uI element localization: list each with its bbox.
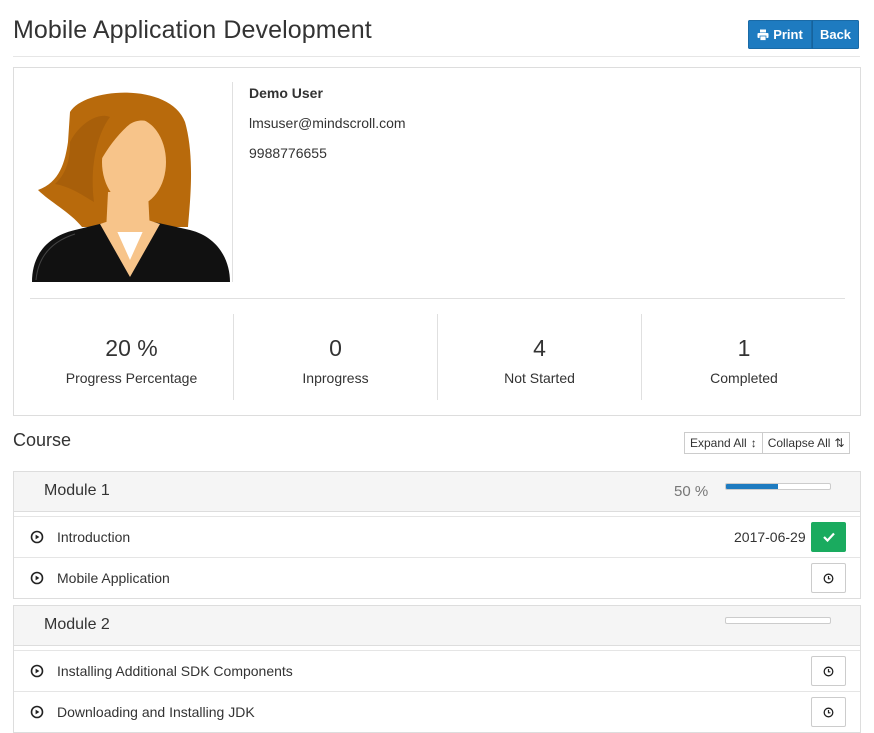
page-title: Mobile Application Development	[13, 16, 372, 44]
pending-status-button[interactable]	[811, 656, 846, 686]
module-header[interactable]: Module 1 50 %	[14, 472, 860, 512]
module-title: Module 1	[44, 482, 110, 499]
user-phone: 9988776655	[249, 145, 327, 161]
print-icon	[757, 29, 769, 41]
sort-arrows-icon: ⇅	[834, 436, 845, 450]
module-panel: Module 1 50 % Introduction 2017-06-29 Mo…	[13, 471, 861, 599]
stat-value: 0	[329, 335, 342, 361]
stat-value: 1	[737, 335, 751, 361]
check-icon	[822, 532, 835, 542]
lesson-row[interactable]: Mobile Application	[14, 557, 860, 598]
lesson-row[interactable]: Downloading and Installing JDK	[14, 691, 860, 732]
expand-collapse-controls: Expand All ↕ Collapse All ⇅	[684, 432, 851, 454]
user-name: Demo User	[249, 85, 323, 101]
stat-value: 20 %	[105, 335, 158, 361]
pending-status-button[interactable]	[811, 563, 846, 593]
collapse-all-label: Collapse All	[767, 436, 831, 450]
expand-all-label: Expand All	[690, 436, 747, 450]
print-button[interactable]: Print	[748, 20, 812, 49]
module-header[interactable]: Module 2	[14, 606, 860, 646]
clock-icon	[823, 707, 834, 717]
lesson-row[interactable]: Installing Additional SDK Components	[14, 650, 860, 691]
collapse-all-button[interactable]: Collapse All ⇅	[762, 432, 851, 454]
stats-row: 20 % Progress Percentage 0 Inprogress 4 …	[30, 314, 846, 400]
user-email: lmsuser@mindscroll.com	[249, 115, 406, 131]
profile-stats-divider	[30, 298, 845, 299]
module-progress-bar	[725, 617, 831, 624]
play-circle-icon	[30, 530, 44, 544]
module-progress-fill	[726, 484, 778, 489]
stat-value: 4	[533, 335, 546, 361]
expand-all-button[interactable]: Expand All ↕	[684, 432, 763, 454]
module-progress-bar	[725, 483, 831, 490]
stat-label: Inprogress	[302, 370, 369, 386]
pending-status-button[interactable]	[811, 697, 846, 727]
profile-divider	[232, 82, 233, 282]
stat-inprogress: 0 Inprogress	[234, 314, 438, 400]
stat-label: Completed	[710, 370, 778, 386]
lesson-title[interactable]: Introduction	[57, 529, 130, 545]
lesson-row[interactable]: Introduction 2017-06-29	[14, 516, 860, 557]
module-panel: Module 2 Installing Additional SDK Compo…	[13, 605, 861, 733]
play-circle-icon	[30, 571, 44, 585]
clock-icon	[823, 573, 834, 583]
stat-progress-percentage: 20 % Progress Percentage	[30, 314, 234, 400]
toolbar-buttons: Print Back	[748, 20, 859, 49]
stat-completed: 1 Completed	[642, 314, 846, 400]
module-title: Module 2	[44, 616, 110, 633]
avatar	[32, 92, 230, 282]
vertical-arrows-icon: ↕	[750, 436, 757, 450]
module-percent: 50 %	[674, 483, 709, 500]
stat-label: Not Started	[504, 370, 575, 386]
lesson-title[interactable]: Downloading and Installing JDK	[57, 704, 255, 720]
play-circle-icon	[30, 664, 44, 678]
title-divider	[13, 56, 860, 57]
lesson-completion-date: 2017-06-29	[734, 529, 806, 545]
lesson-title[interactable]: Mobile Application	[57, 570, 170, 586]
profile-card: Demo User lmsuser@mindscroll.com 9988776…	[13, 67, 861, 416]
stat-not-started: 4 Not Started	[438, 314, 642, 400]
print-label: Print	[773, 27, 803, 42]
completed-status-button[interactable]	[811, 522, 846, 552]
back-button[interactable]: Back	[812, 20, 859, 49]
course-section-title: Course	[13, 430, 72, 450]
stat-label: Progress Percentage	[65, 370, 198, 386]
lesson-title[interactable]: Installing Additional SDK Components	[57, 663, 293, 679]
play-circle-icon	[30, 705, 44, 719]
clock-icon	[823, 666, 834, 676]
